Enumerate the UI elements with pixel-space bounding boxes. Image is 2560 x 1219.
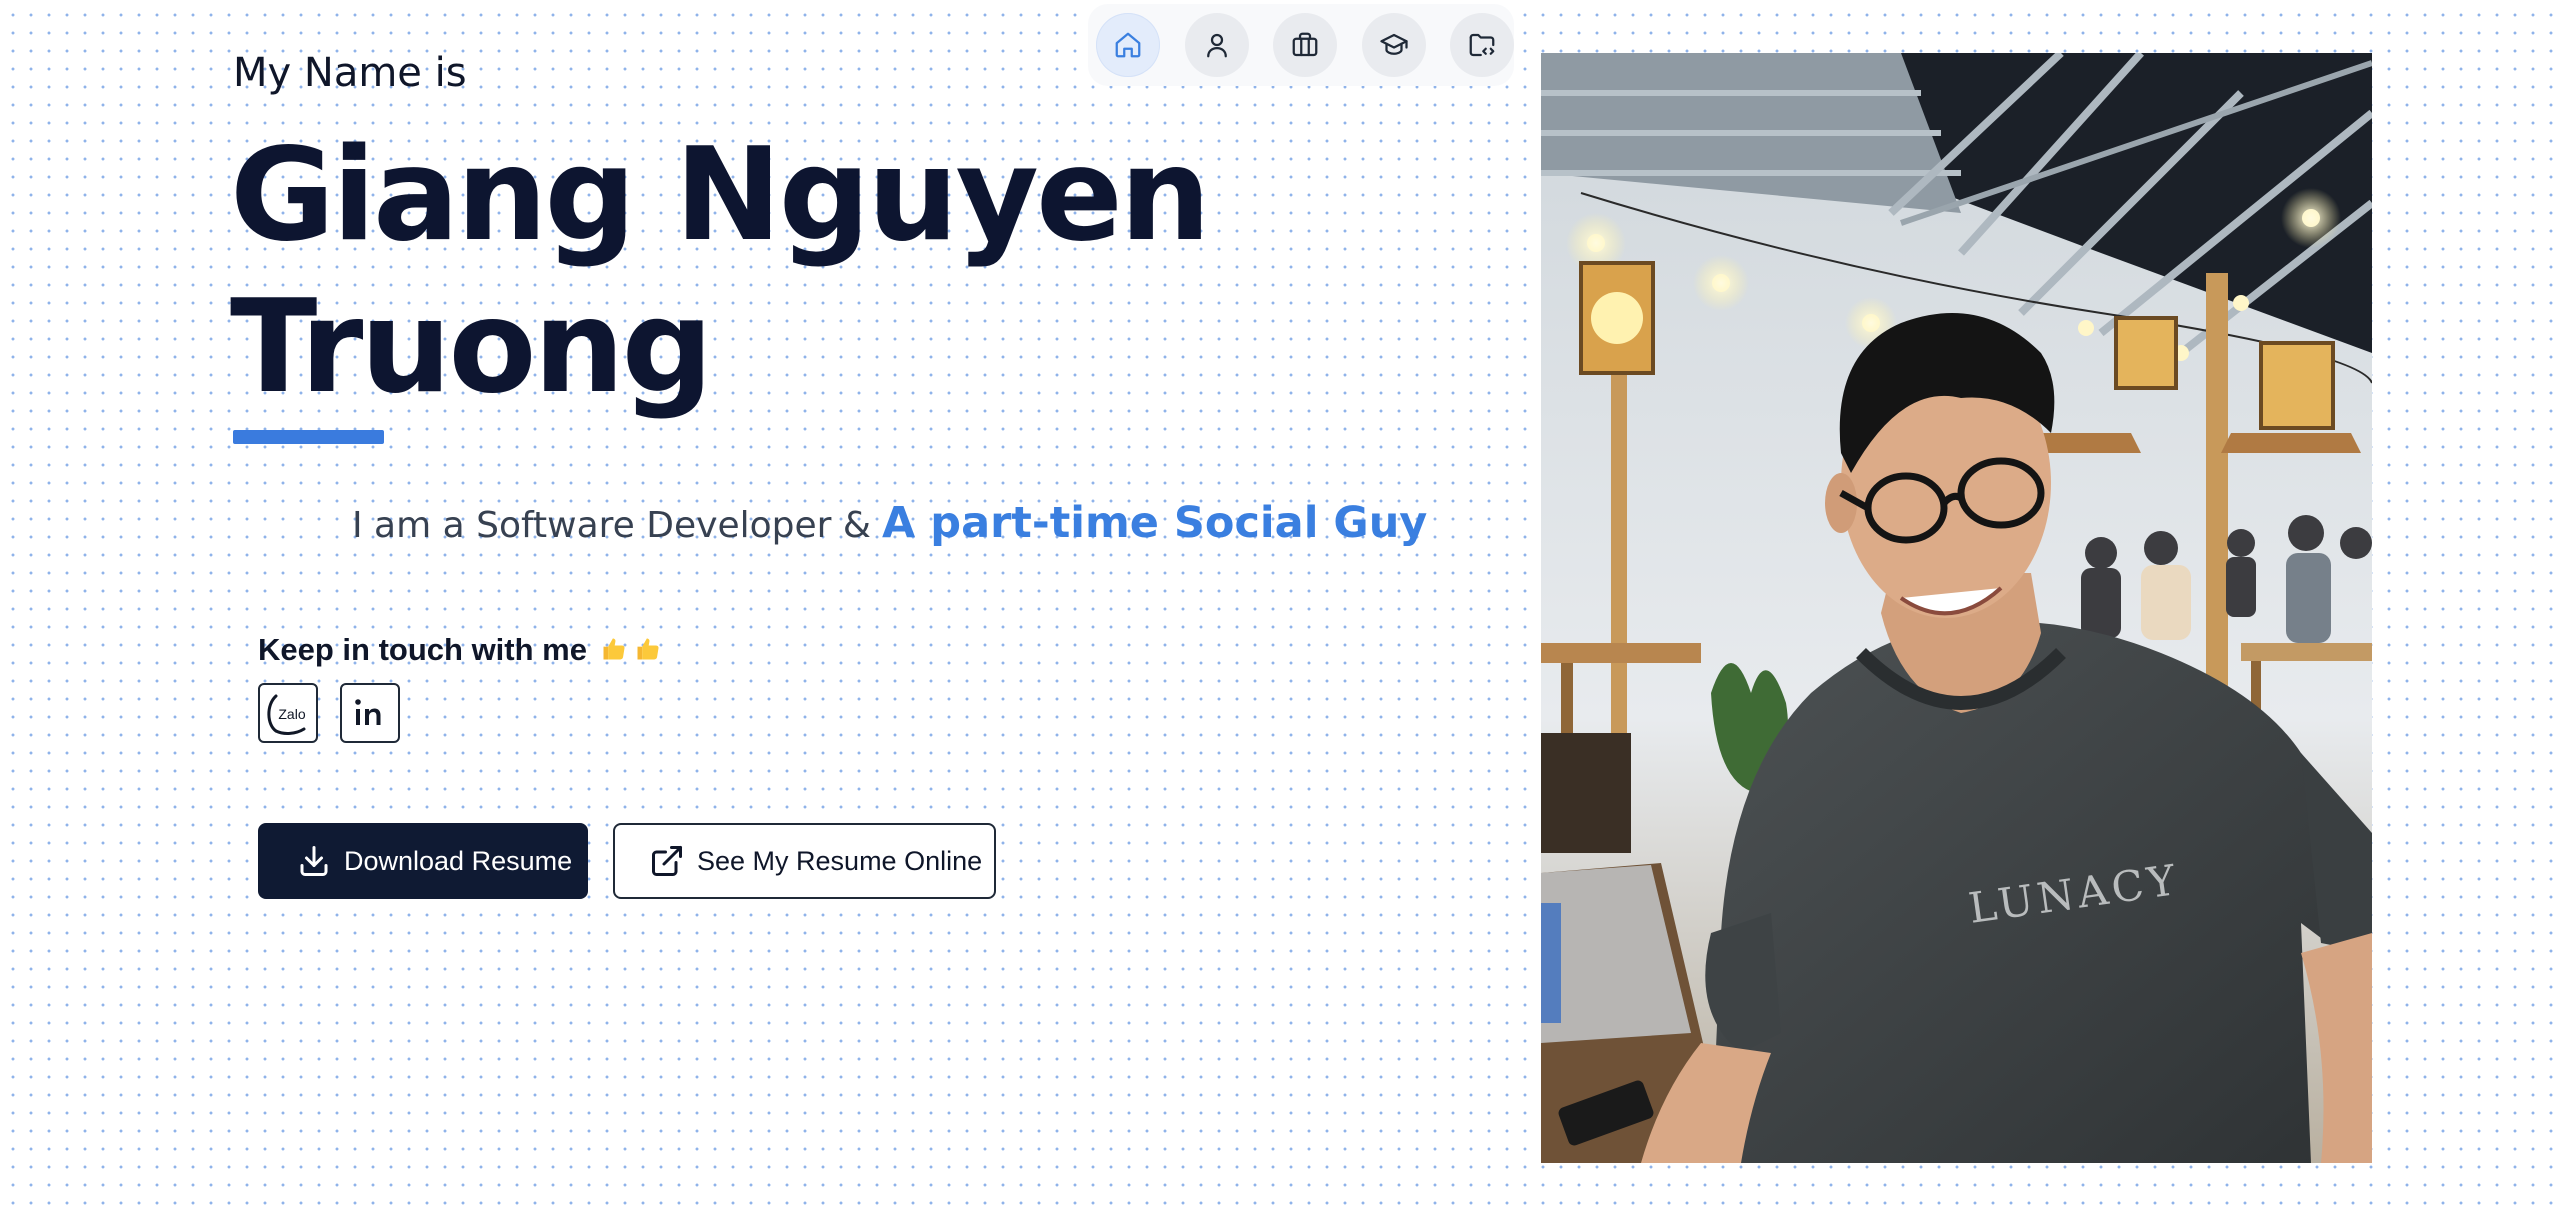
download-resume-label: Download Resume (344, 845, 573, 876)
linkedin-icon (355, 699, 381, 725)
folder-code-icon (1469, 33, 1495, 57)
thumbs-up-icon (603, 638, 625, 660)
download-icon (300, 846, 328, 876)
home-icon (1115, 32, 1141, 58)
nav-experience-button[interactable] (1273, 13, 1337, 77)
user-icon (1206, 33, 1227, 58)
see-resume-online-button[interactable]: See My Resume Online (613, 823, 996, 899)
nav-home-button[interactable] (1096, 13, 1160, 77)
keep-in-touch-heading: Keep in touch with me (258, 632, 662, 668)
nav-projects-button[interactable] (1450, 13, 1514, 77)
graduation-cap-icon (1379, 33, 1408, 55)
keep-in-touch-label: Keep in touch with me (258, 632, 587, 667)
briefcase-icon (1292, 32, 1318, 57)
thumbs-up-icon (637, 638, 659, 660)
download-resume-button[interactable]: Download Resume (258, 823, 588, 899)
nav-about-button[interactable] (1184, 13, 1249, 77)
top-nav (1088, 4, 1514, 86)
profile-photo-illustration: LUNACY (1541, 53, 2372, 1163)
page-title: Giang Nguyen Truong (230, 121, 1211, 422)
tagline-static-text: I am a Software Developer & (352, 505, 871, 546)
linkedin-link[interactable] (340, 683, 400, 743)
zalo-link[interactable]: Zalo (258, 683, 318, 743)
see-resume-online-label: See My Resume Online (697, 845, 983, 876)
profile-photo: LUNACY (1541, 53, 2372, 1163)
tagline-accent-text: A part-time Social Guy (882, 498, 1428, 548)
tagline: I am a Software Developer & A part-time … (352, 498, 1427, 548)
intro-text: My Name is (233, 50, 467, 96)
title-underline (233, 430, 384, 444)
external-link-icon (652, 846, 682, 876)
svg-text:Zalo: Zalo (278, 706, 305, 722)
nav-education-button[interactable] (1361, 13, 1426, 77)
zalo-icon: Zalo (267, 694, 306, 735)
